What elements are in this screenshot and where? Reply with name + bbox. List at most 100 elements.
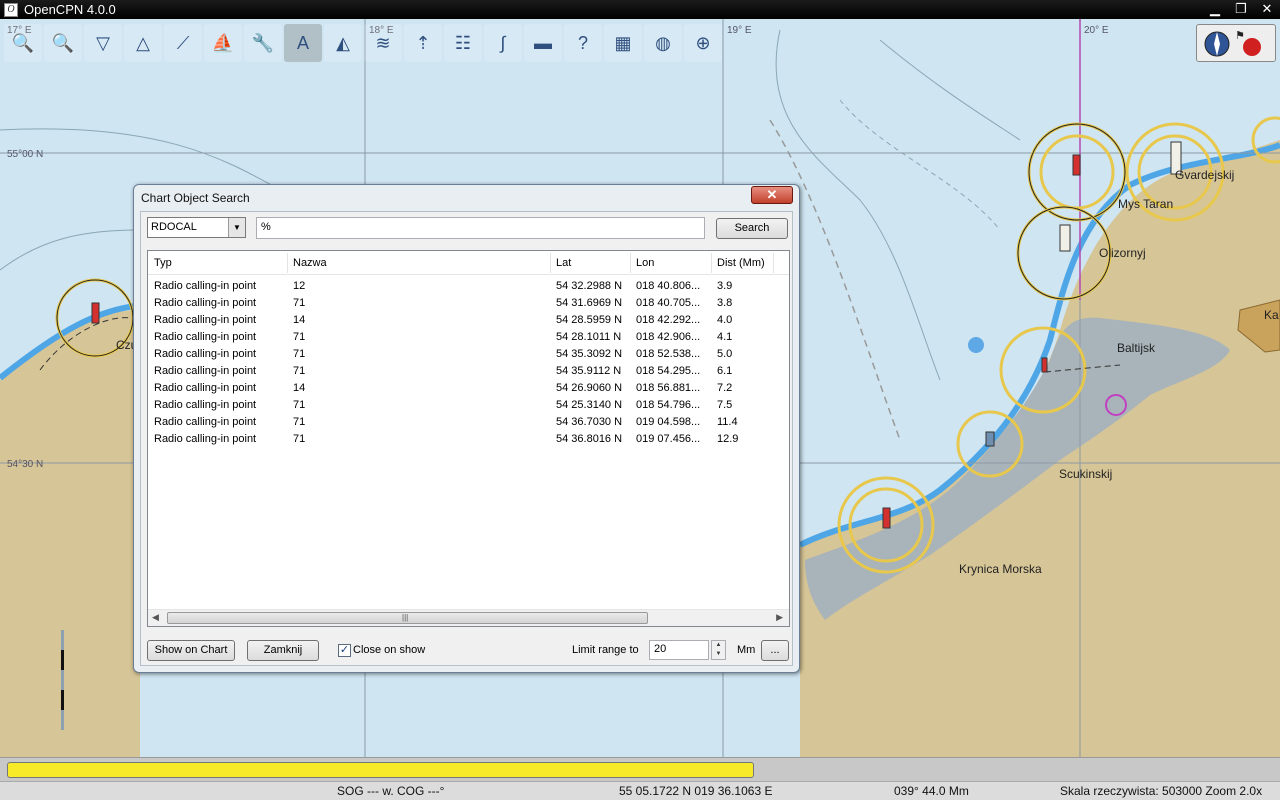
chart-quilt-tool-button[interactable]: ▦ [604, 24, 642, 62]
table-cell: 6.1 [717, 365, 733, 377]
table-cell: 71 [293, 365, 306, 377]
table-row[interactable]: Radio calling-in point 71 54 25.3140 N 018 … [148, 397, 789, 414]
spin-up-icon[interactable]: ▲ [712, 641, 725, 650]
column-header-lon[interactable]: Lon [636, 257, 654, 275]
follow-ship-tool-button[interactable]: ⛵ [204, 24, 242, 62]
zamknij-button[interactable]: Zamknij [247, 640, 319, 661]
show-on-chart-button[interactable]: Show on Chart [147, 640, 235, 661]
color-scheme-tool-button[interactable]: ▬ [524, 24, 562, 62]
chevron-down-icon[interactable]: ▼ [228, 218, 245, 237]
table-cell: 71 [293, 331, 306, 343]
search-chart-tool-button[interactable]: ⊕ [684, 24, 722, 62]
cursor-position-status: 55 05.1722 N 019 36.1063 E [619, 784, 773, 798]
route-manager-tool-button[interactable]: ☷ [444, 24, 482, 62]
table-cell: Radio calling-in point [154, 331, 257, 343]
close-on-show-checkbox[interactable]: ✓ [338, 644, 351, 657]
limit-range-input[interactable]: 20 [649, 640, 709, 660]
chart-object-search-dialog: Chart Object Search ✕ RDOCAL ▼ % Search … [133, 184, 800, 673]
route-tool-button[interactable]: ⟋ [164, 24, 202, 62]
table-cell: 54 32.2988 N [556, 280, 623, 292]
table-row[interactable]: Radio calling-in point 71 54 28.1011 N 018 … [148, 329, 789, 346]
scale-out-icon: △ [136, 33, 150, 53]
table-cell: 5.0 [717, 348, 733, 360]
place-label: Mys Taran [1118, 197, 1174, 211]
table-cell: 4.1 [717, 331, 733, 343]
place-label: Ka [1264, 308, 1279, 322]
compass-widget[interactable]: ⚑ [1196, 24, 1276, 62]
chart-quilt-icon: ▦ [614, 33, 632, 53]
dialog-close-button[interactable]: ✕ [751, 186, 793, 204]
help-icon: ? [577, 33, 588, 53]
table-cell: 54 36.8016 N [556, 433, 623, 445]
table-cell: 54 31.6969 N [556, 297, 623, 309]
column-header-lat[interactable]: Lat [556, 257, 571, 275]
table-row[interactable]: Radio calling-in point 71 54 36.7030 N 019 … [148, 414, 789, 431]
table-cell: 14 [293, 382, 306, 394]
scroll-left-icon[interactable]: ◀ [152, 612, 159, 623]
restore-button[interactable]: ❐ [1228, 0, 1254, 19]
column-header-dist[interactable]: Dist (Mm) [717, 257, 765, 275]
horizontal-scrollbar[interactable]: ◀ ||| ▶ [148, 609, 789, 626]
table-cell: 71 [293, 297, 306, 309]
table-row[interactable]: Radio calling-in point 71 54 35.3092 N 018 … [148, 346, 789, 363]
table-cell: Radio calling-in point [154, 399, 257, 411]
table-cell: 018 54.796... [636, 399, 701, 411]
chart-bar[interactable] [7, 762, 754, 778]
table-row[interactable]: Radio calling-in point 71 54 35.9112 N 018 … [148, 363, 789, 380]
zoom-in-tool-button[interactable]: 🔍 [4, 24, 42, 62]
place-label: Olizornyj [1099, 246, 1146, 260]
column-header-nazwa[interactable]: Nazwa [293, 257, 327, 275]
app-icon: O [4, 2, 18, 17]
search-query-input[interactable]: % [256, 217, 705, 239]
tide-tool-button[interactable]: ⇡ [404, 24, 442, 62]
svg-text:⚑: ⚑ [1235, 29, 1245, 42]
close-window-button[interactable]: ✕ [1254, 0, 1280, 19]
table-cell: 12 [293, 280, 306, 292]
object-type-select[interactable]: RDOCAL ▼ [147, 217, 246, 238]
text-tool-button[interactable]: A [284, 24, 322, 62]
limit-range-stepper[interactable]: ▲ ▼ [711, 640, 726, 660]
table-cell: 54 35.3092 N [556, 348, 623, 360]
settings-icon: 🔧 [251, 33, 275, 53]
table-cell: Radio calling-in point [154, 433, 257, 445]
scroll-right-icon[interactable]: ▶ [776, 612, 783, 623]
table-cell: 018 42.906... [636, 331, 701, 343]
zoom-out-tool-button[interactable]: 🔍 [44, 24, 82, 62]
table-row[interactable]: Radio calling-in point 12 54 32.2988 N 018 … [148, 278, 789, 295]
spin-down-icon[interactable]: ▼ [712, 650, 725, 659]
object-type-value: RDOCAL [151, 221, 197, 233]
table-cell: 018 40.705... [636, 297, 701, 309]
track-tool-button[interactable]: ∫ [484, 24, 522, 62]
minimize-button[interactable]: ▁ [1202, 0, 1228, 19]
results-rows: Radio calling-in point 12 54 32.2988 N 018 … [148, 278, 789, 448]
settings-tool-button[interactable]: 🔧 [244, 24, 282, 62]
ais-tool-button[interactable]: ◭ [324, 24, 362, 62]
mob-tool-button[interactable]: ◍ [644, 24, 682, 62]
limit-range-unit: Mm [737, 644, 756, 656]
help-tool-button[interactable]: ? [564, 24, 602, 62]
table-row[interactable]: Radio calling-in point 71 54 36.8016 N 019 … [148, 431, 789, 448]
search-button[interactable]: Search [716, 218, 788, 239]
grid-label-54-30n: 54°30 N [7, 459, 44, 470]
more-options-button[interactable]: ... [761, 640, 789, 661]
table-cell: Radio calling-in point [154, 348, 257, 360]
table-cell: Radio calling-in point [154, 297, 257, 309]
results-list[interactable]: Typ Nazwa Lat Lon Dist (Mm) Radio callin… [147, 250, 790, 627]
scrollbar-thumb[interactable]: ||| [167, 612, 648, 624]
grid-label-55n: 55°00 N [7, 149, 44, 160]
table-row[interactable]: Radio calling-in point 71 54 31.6969 N 018 … [148, 295, 789, 312]
scale-out-tool-button[interactable]: △ [124, 24, 162, 62]
table-cell: 12.9 [717, 433, 739, 445]
table-row[interactable]: Radio calling-in point 14 54 26.9060 N 018 … [148, 380, 789, 397]
table-row[interactable]: Radio calling-in point 14 54 28.5959 N 018 … [148, 312, 789, 329]
table-cell: 018 40.806... [636, 280, 701, 292]
current-tool-button[interactable]: ≋ [364, 24, 402, 62]
scale-in-tool-button[interactable]: ▽ [84, 24, 122, 62]
grid-label-20e: 20° E [1084, 25, 1109, 36]
limit-range-label: Limit range to [572, 644, 639, 656]
column-header-typ[interactable]: Typ [154, 257, 172, 275]
table-cell: 11.4 [717, 416, 738, 428]
scale-status: Skala rzeczywista: 503000 Zoom 2.0x [1060, 784, 1263, 798]
table-cell: 018 52.538... [636, 348, 701, 360]
progress-area [0, 757, 1280, 781]
